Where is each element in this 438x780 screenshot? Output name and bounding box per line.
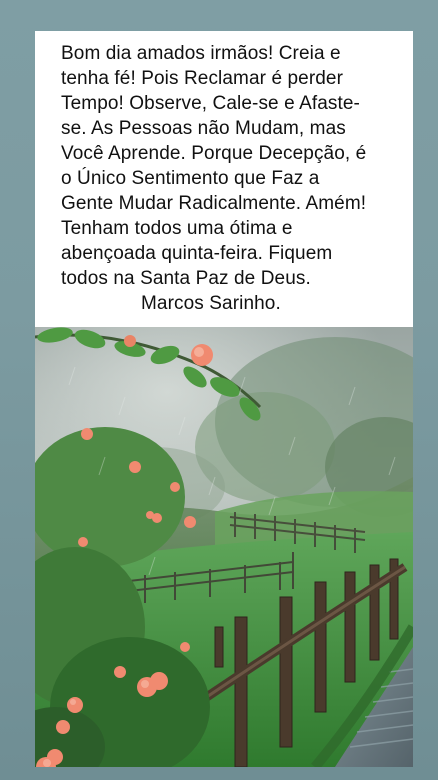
caption-line: todos na Santa Paz de Deus. [61,268,311,289]
caption-line: abençoada quinta-feira. Fiquem [61,243,333,264]
caption-line: Você Aprende. Porque Decepção, é [61,143,367,164]
caption-panel: Bom dia amados irmãos! Creia e tenha fé!… [35,31,413,327]
caption-line: Tenham todos uma ótima e [61,218,293,239]
rainy-garden-photo [35,327,413,767]
caption-line: Tempo! Observe, Cale-se e Afaste- [61,93,360,114]
caption-line: Gente Mudar Radicalmente. Amém! [61,193,367,214]
caption-line: tenha fé! Pois Reclamar é perder [61,68,344,89]
caption-line: se. As Pessoas não Mudam, mas [61,118,346,139]
story-post-card: Bom dia amados irmãos! Creia e tenha fé!… [35,31,413,767]
photo-illustration [35,327,413,767]
caption-line: o Único Sentimento que Faz a [61,168,320,189]
caption-line: Bom dia amados irmãos! Creia e [61,43,341,64]
caption-text: Bom dia amados irmãos! Creia e tenha fé!… [61,41,397,316]
signature: Marcos Sarinho. [141,293,281,314]
